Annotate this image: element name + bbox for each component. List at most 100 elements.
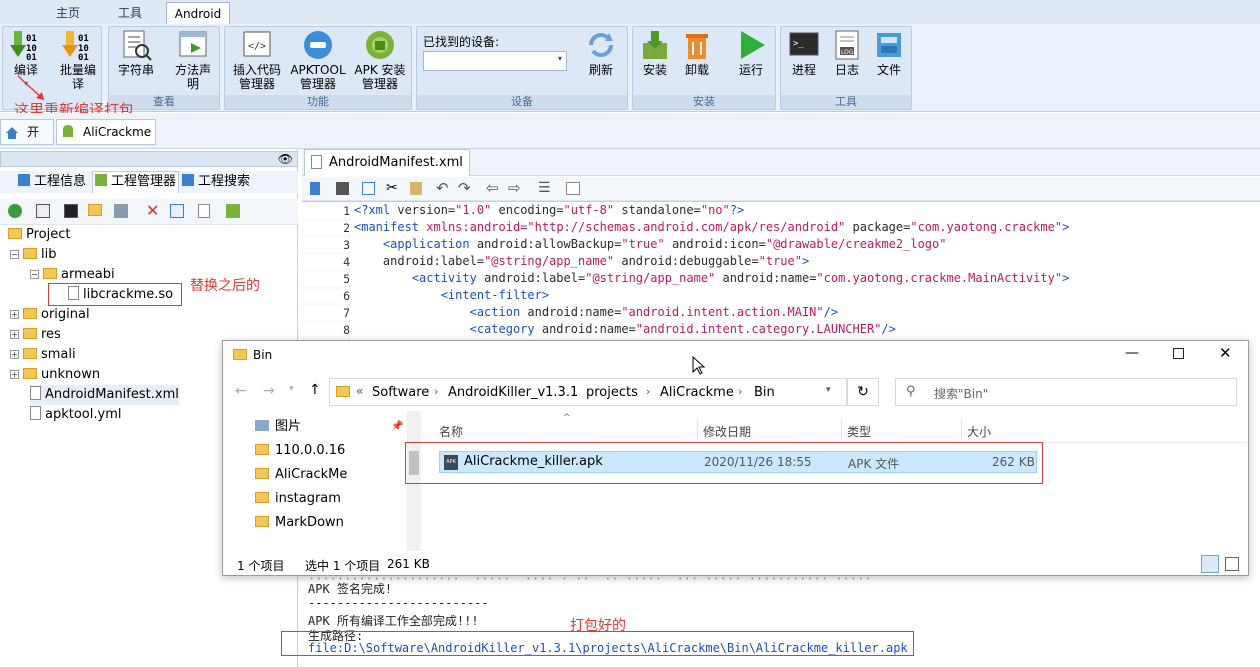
tab-project-search[interactable]: 工程搜索 (182, 173, 250, 193)
back-arrow-icon[interactable]: ← (235, 383, 247, 399)
method-decl-button[interactable]: 方法声 明 (169, 29, 217, 91)
recent-dropdown-icon[interactable]: ▾ (289, 384, 294, 394)
tab-android-manifest[interactable]: AndroidManifest.xml (304, 149, 470, 176)
column-header-name[interactable]: 名称 (439, 423, 463, 440)
refresh-icon[interactable] (8, 204, 22, 218)
bookmark-icon[interactable] (114, 204, 128, 218)
save-icon[interactable] (336, 182, 349, 195)
process-button[interactable]: >_ 进程 (783, 29, 825, 77)
nav-item-folder[interactable]: AliCrackMe (255, 465, 347, 485)
tab-project-manager[interactable]: 工程管理器 (92, 171, 180, 193)
tree-item-lib[interactable]: − lib (10, 245, 56, 265)
details-view-icon[interactable] (1201, 555, 1219, 573)
console-icon[interactable] (64, 204, 78, 218)
column-header-type[interactable]: 类型 (847, 423, 871, 440)
chevron-down-icon[interactable]: ▾ (826, 385, 831, 395)
breadcrumb-segment[interactable]: projects (586, 385, 638, 400)
address-field[interactable]: « Software › AndroidKiller_v1.3.1 › proj… (329, 378, 847, 406)
tab-project-search-label: 工程搜索 (198, 174, 251, 189)
log-label: 日志 (834, 63, 859, 77)
code-editor[interactable]: 1 2 3 4 5 6 7 8 <?xml version="1.0" enco… (302, 201, 1260, 342)
breadcrumb-segment[interactable]: Software (372, 385, 429, 400)
nav-item-pictures[interactable]: 图片 (255, 417, 301, 437)
column-divider[interactable] (697, 419, 698, 441)
tree-item-armeabi[interactable]: − armeabi (30, 265, 115, 285)
device-select[interactable]: ▾ (423, 51, 567, 71)
breadcrumb-segment[interactable]: AndroidKiller_v1.3.1 (448, 385, 578, 400)
delete-icon[interactable]: ✕ (146, 201, 159, 220)
copy-icon[interactable] (170, 204, 184, 218)
nav-item-folder[interactable]: instagram (255, 489, 341, 509)
tree-item-smali[interactable]: + smali (10, 345, 76, 365)
tab-project-info[interactable]: 工程信息 (18, 173, 86, 193)
uninstall-button[interactable]: 卸载 (677, 29, 717, 77)
column-divider[interactable] (961, 419, 962, 441)
run-button[interactable]: 运行 (731, 29, 771, 77)
tree-item-original[interactable]: + original (10, 305, 90, 325)
collapse-icon[interactable]: − (10, 250, 19, 259)
tiles-view-icon[interactable] (1225, 557, 1239, 571)
menu-tab-android[interactable]: Android (166, 2, 230, 25)
collapse-icon[interactable]: − (30, 270, 39, 279)
paste-icon[interactable] (410, 182, 422, 195)
cut-icon[interactable]: ✂ (386, 180, 398, 196)
tab-start[interactable]: 开始 (0, 119, 54, 163)
document-icon[interactable] (198, 204, 210, 218)
apk-install-manager-button[interactable]: APK 安装 管理器 (349, 29, 411, 91)
close-icon[interactable]: ✕ (1219, 344, 1232, 362)
log-button[interactable]: LOG 日志 (827, 29, 867, 77)
expand-icon[interactable]: + (10, 370, 19, 379)
menu-tab-tools[interactable]: 工具 (100, 2, 160, 25)
column-header-date[interactable]: 修改日期 (703, 423, 751, 440)
back-icon[interactable]: ⇦ (486, 179, 499, 197)
up-arrow-icon[interactable]: ↑ (309, 382, 321, 398)
image-icon[interactable] (36, 204, 50, 218)
refresh-button[interactable]: 刷新 (581, 29, 621, 77)
method-decl-icon (177, 29, 209, 61)
files-button[interactable]: 文件 (869, 29, 909, 77)
apktool-button[interactable]: APKTOOL 管理器 (289, 29, 347, 91)
tree-item-manifest[interactable]: AndroidManifest.xml (30, 385, 179, 405)
expand-icon[interactable]: + (10, 330, 19, 339)
minimize-icon[interactable]: — (1125, 345, 1139, 361)
lock-icon[interactable] (310, 182, 320, 195)
undo-icon[interactable]: ↶ (436, 179, 449, 197)
nav-item-folder[interactable]: 110.0.0.16 (255, 441, 345, 461)
svg-text:LOG: LOG (841, 49, 854, 56)
open-folder-icon[interactable] (88, 204, 102, 216)
tree-item-project[interactable]: Project (8, 225, 70, 245)
folder-icon (255, 468, 269, 479)
forward-arrow-icon[interactable]: → (263, 383, 275, 399)
insert-code-button[interactable]: </> 插入代码 管理器 (227, 29, 287, 91)
format-icon[interactable]: ☰ (538, 180, 551, 196)
tree-item-unknown[interactable]: + unknown (10, 365, 100, 385)
play-icon (735, 29, 767, 61)
batch-compile-button[interactable]: 01 10 01 批量编 译 (55, 29, 101, 91)
forward-icon[interactable]: ⇨ (508, 179, 521, 197)
expand-icon[interactable]: + (10, 350, 19, 359)
nav-item-folder[interactable]: MarkDown (255, 513, 344, 533)
tab-project[interactable]: AliCrackme (56, 119, 156, 145)
tree-item-res[interactable]: + res (10, 325, 61, 345)
pin-icon[interactable]: 📌 (391, 421, 403, 432)
menu-tab-home[interactable]: 主页 (38, 2, 98, 25)
expand-icon[interactable]: + (10, 310, 19, 319)
android-icon[interactable] (226, 204, 240, 218)
breadcrumb-segment[interactable]: AliCrackme (660, 385, 734, 400)
refresh-icon[interactable]: ↻ (847, 378, 879, 406)
install-button[interactable]: 安装 (635, 29, 675, 77)
copy-icon[interactable] (362, 182, 375, 195)
tree-item-apktool-yml[interactable]: apktool.yml (30, 405, 121, 425)
search-input[interactable]: ⚲ 搜索"Bin" (895, 378, 1237, 406)
tree-label: smali (41, 347, 76, 362)
eye-icon[interactable]: 👁 (278, 152, 293, 166)
column-divider[interactable] (841, 419, 842, 441)
insert-code-label-2: 管理器 (238, 77, 275, 91)
strings-button[interactable]: 字符串 (113, 29, 159, 77)
overflow-chevron-icon[interactable]: « (356, 384, 363, 398)
redo-icon[interactable]: ↷ (458, 179, 471, 197)
maximize-icon[interactable] (1173, 348, 1184, 359)
breadcrumb-segment[interactable]: Bin (754, 385, 775, 400)
java-icon[interactable] (566, 182, 580, 195)
column-header-size[interactable]: 大小 (967, 423, 991, 440)
